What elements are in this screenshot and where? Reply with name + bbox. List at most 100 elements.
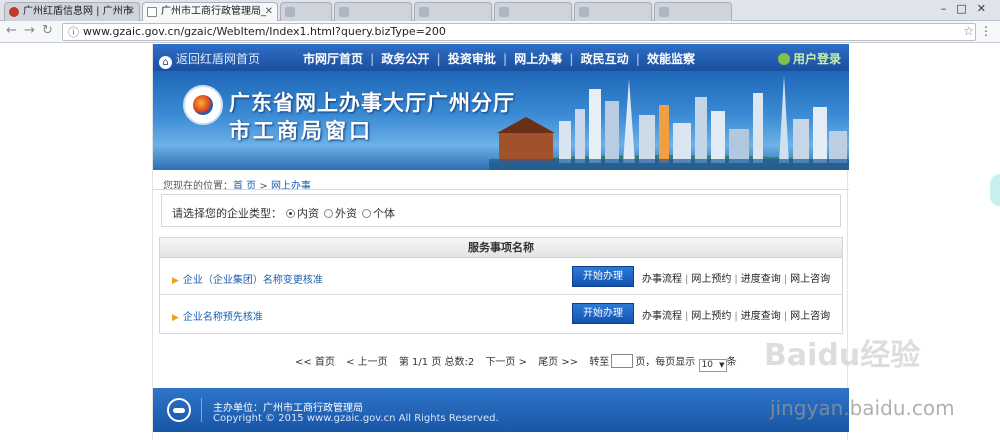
banner-title-line1: 广东省网上办事大厅广州分厅 <box>229 91 515 115</box>
nav-divider: | <box>370 52 375 66</box>
browser-tab-1[interactable]: 广州红盾信息网 | 广州市 ✕ <box>4 2 140 21</box>
browser-tab-5[interactable] <box>414 2 492 21</box>
footer-logo-icon <box>167 398 191 422</box>
browser-tab-6[interactable] <box>494 2 572 21</box>
divider <box>153 189 849 190</box>
start-processing-button[interactable]: 开始办理 <box>572 266 634 287</box>
page-container: ⌂ 返回红盾网首页 市网厅首页 | 政务公开 | 投资审批 | 网上办事 | 政民互动 | 效能监察 … <box>152 44 849 440</box>
next-page-link[interactable]: 下一页 > <box>485 357 527 368</box>
page-favicon-icon <box>147 7 157 17</box>
radio-unselected-icon[interactable] <box>324 209 333 218</box>
page-info-icon[interactable]: ⓘ <box>68 25 79 41</box>
service-name-link[interactable]: ▶ 企业名称预先核准 <box>172 308 263 323</box>
top-nav-bar: ⌂ 返回红盾网首页 市网厅首页 | 政务公开 | 投资审批 | 网上办事 | 政民互动 | 效能监察 … <box>153 44 849 71</box>
bookmark-star-icon[interactable]: ☆ <box>963 24 974 38</box>
arrow-right-icon: ▶ <box>172 276 179 286</box>
side-floating-widget[interactable] <box>990 174 1000 206</box>
nav-divider: | <box>436 52 441 66</box>
favicon-icon <box>285 7 295 17</box>
nav-item-public-affairs[interactable]: 政务公开 <box>381 52 429 66</box>
close-icon[interactable]: ✕ <box>127 3 135 21</box>
browser-tab-2-active[interactable]: 广州市工商行政管理局_ ✕ <box>142 2 278 21</box>
footer: 主办单位：广州市工商行政管理局 Copyright © 2015 www.gza… <box>153 388 849 432</box>
radio-unselected-icon[interactable] <box>362 209 371 218</box>
home-link[interactable]: ⌂ 返回红盾网首页 <box>159 50 260 69</box>
prev-page-link[interactable]: < 上一页 <box>346 357 388 368</box>
window-controls[interactable]: –□✕ <box>941 2 996 15</box>
baidu-jingyan-watermark: Baidu经验 jingyan.baidu.com <box>764 338 955 420</box>
favicon-icon <box>499 7 509 17</box>
forward-icon[interactable]: → <box>24 23 35 38</box>
favicon-icon <box>659 7 669 17</box>
red-shield-favicon-icon <box>9 7 19 17</box>
nav-item-investment-approval[interactable]: 投资审批 <box>448 52 496 66</box>
radio-foreign[interactable]: 外资 <box>324 205 357 221</box>
arrow-right-icon: ▶ <box>172 313 179 323</box>
total-count: 总数:2 <box>444 357 475 368</box>
browser-tab-7[interactable] <box>574 2 652 21</box>
user-icon <box>777 53 790 65</box>
user-login-link[interactable]: 用户登录 <box>777 50 841 67</box>
table-header: 服务事项名称 <box>160 238 842 258</box>
radio-domestic[interactable]: 内资 <box>286 205 319 221</box>
nav-divider: | <box>635 52 641 66</box>
service-items-table: 服务事项名称 ▶ 企业（企业集团）名称变更核准 开始办理 办事流程 | 网上预约 | 进度… <box>159 237 843 334</box>
home-icon: ⌂ <box>159 56 172 69</box>
page-size-select[interactable]: 10 ▼ <box>698 359 727 372</box>
address-bar[interactable]: ⓘ www.gzaic.gov.cn/gzaic/WebItem/Index1.… <box>62 23 976 41</box>
breadcrumb-home-link[interactable]: 首 页 <box>233 181 256 192</box>
dropdown-arrow-icon: ▼ <box>719 361 725 369</box>
online-consult-link[interactable]: 网上咨询 <box>790 311 830 322</box>
url-text: www.gzaic.gov.cn/gzaic/WebItem/Index1.ht… <box>83 25 446 38</box>
online-consult-link[interactable]: 网上咨询 <box>790 274 830 285</box>
tab-title: 广州市工商行政管理局_ <box>161 6 266 17</box>
maximize-icon[interactable]: □ <box>956 2 976 15</box>
table-row: ▶ 企业（企业集团）名称变更核准 开始办理 办事流程 | 网上预约 | 进度查询 | 网上咨询 <box>160 259 842 295</box>
enterprise-type-selector: 请选择您的企业类型： 内资 外资 个体 <box>161 194 841 227</box>
close-window-icon[interactable]: ✕ <box>977 2 996 15</box>
first-page-link[interactable]: << 首页 <box>295 357 335 368</box>
radio-selected-icon[interactable] <box>286 209 295 218</box>
favicon-icon <box>419 7 429 17</box>
nav-item-supervision[interactable]: 效能监察 <box>647 52 695 66</box>
nav-divider: | <box>569 52 574 66</box>
pagination: << 首页 < 上一页 第 1/1 页 总数:2 下一页 > 尾页 >> 转至页… <box>295 353 737 372</box>
last-page-link[interactable]: 尾页 >> <box>538 357 578 368</box>
favicon-icon <box>339 7 349 17</box>
progress-query-link[interactable]: 进度查询 <box>741 311 781 322</box>
browser-tab-bar: 广州红盾信息网 | 广州市 ✕ 广州市工商行政管理局_ ✕ –□✕ <box>0 0 1000 21</box>
city-skyline-illustration <box>489 75 849 170</box>
progress-query-link[interactable]: 进度查询 <box>741 274 781 285</box>
close-icon[interactable]: ✕ <box>265 3 273 21</box>
nav-item-online-services[interactable]: 网上办事 <box>514 52 562 66</box>
banner-title-line2: 市工商局窗口 <box>229 119 373 143</box>
online-booking-link[interactable]: 网上预约 <box>691 274 731 285</box>
page-info: 第 1/1 页 <box>398 357 442 368</box>
minimize-icon[interactable]: – <box>941 2 957 15</box>
browser-menu-icon[interactable]: ⋮ <box>980 24 992 38</box>
radio-individual[interactable]: 个体 <box>362 205 395 221</box>
sponsor-text: 主办单位：广州市工商行政管理局 <box>213 403 363 414</box>
enterprise-type-label: 请选择您的企业类型： <box>172 207 282 220</box>
browser-toolbar: ← → ↻ ⓘ www.gzaic.gov.cn/gzaic/WebItem/I… <box>0 21 1000 43</box>
main-nav: 市网厅首页 | 政务公开 | 投资审批 | 网上办事 | 政民互动 | 效能监察 <box>303 50 695 67</box>
start-processing-button[interactable]: 开始办理 <box>572 303 634 324</box>
service-links: 办事流程 | 网上预约 | 进度查询 | 网上咨询 <box>642 274 831 285</box>
back-icon[interactable]: ← <box>6 23 17 38</box>
breadcrumb-current-link[interactable]: 网上办事 <box>271 181 311 192</box>
nav-item-interaction[interactable]: 政民互动 <box>581 52 629 66</box>
reload-icon[interactable]: ↻ <box>42 23 53 38</box>
favicon-icon <box>579 7 589 17</box>
browser-tab-4[interactable] <box>334 2 412 21</box>
process-flow-link[interactable]: 办事流程 <box>642 311 682 322</box>
goto-page-input[interactable] <box>611 354 634 368</box>
service-links: 办事流程 | 网上预约 | 进度查询 | 网上咨询 <box>642 311 831 322</box>
nav-item-home[interactable]: 市网厅首页 <box>303 52 363 66</box>
divider <box>201 398 202 422</box>
online-booking-link[interactable]: 网上预约 <box>691 311 731 322</box>
browser-tab-8[interactable] <box>654 2 732 21</box>
tab-title: 广州红盾信息网 | 广州市 <box>23 6 133 17</box>
process-flow-link[interactable]: 办事流程 <box>642 274 682 285</box>
service-name-link[interactable]: ▶ 企业（企业集团）名称变更核准 <box>172 271 323 286</box>
browser-tab-3[interactable] <box>280 2 332 21</box>
